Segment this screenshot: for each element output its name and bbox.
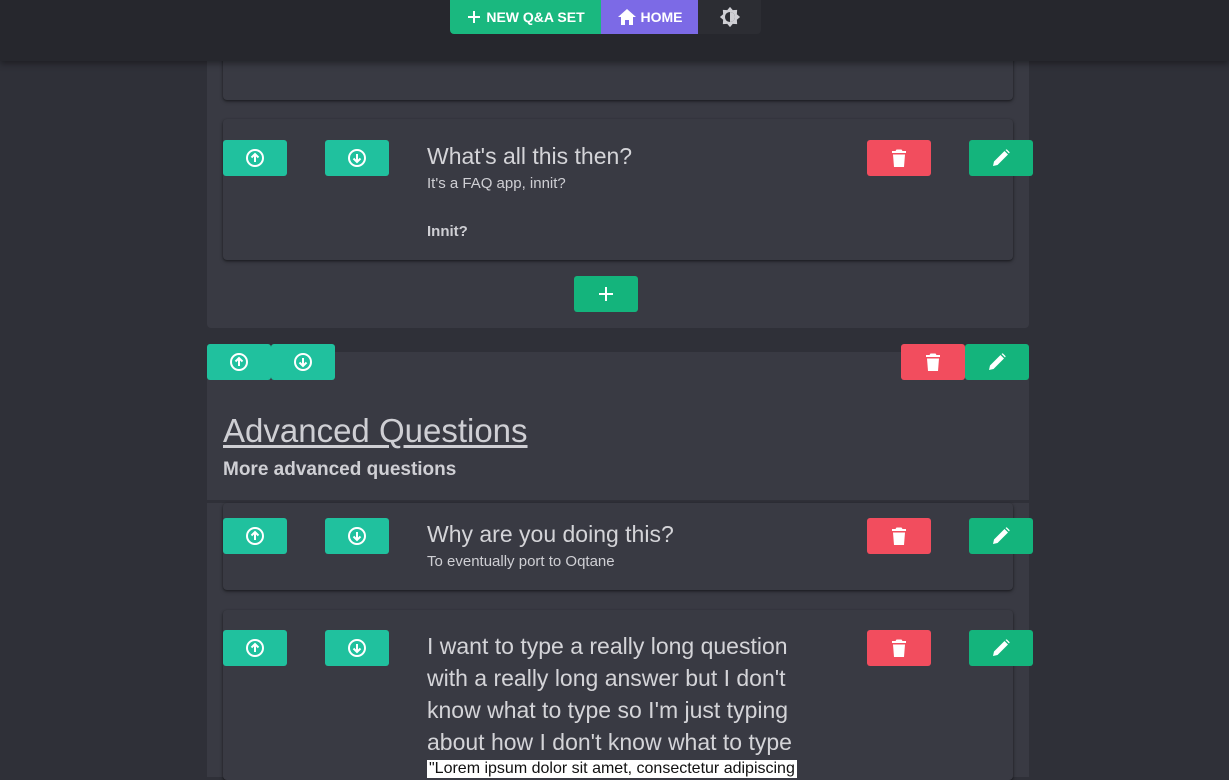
faq-question-line: know what to type so I'm just typing bbox=[427, 697, 789, 723]
home-button[interactable]: HOME bbox=[601, 0, 698, 34]
move-down-button[interactable] bbox=[325, 518, 389, 554]
arrow-up-circle-icon bbox=[246, 639, 264, 657]
top-bar: NEW Q&A SET HOME bbox=[0, 0, 1229, 61]
faq-answer-bold: Innit? bbox=[427, 223, 468, 240]
set-description: More advanced questions bbox=[223, 459, 457, 480]
set-title: Advanced Questions bbox=[223, 412, 528, 449]
delete-faq-button[interactable] bbox=[867, 140, 931, 176]
arrow-up-circle-icon bbox=[246, 527, 264, 545]
theme-toggle-button[interactable] bbox=[698, 0, 761, 34]
pencil-icon bbox=[989, 353, 1006, 370]
faq-question: What's all this then? bbox=[427, 143, 633, 169]
new-qa-set-button[interactable]: NEW Q&A SET bbox=[450, 0, 601, 34]
edit-faq-button[interactable] bbox=[969, 518, 1033, 554]
move-up-button[interactable] bbox=[223, 518, 287, 554]
faq-question-line: I want to type a really long question bbox=[427, 633, 788, 659]
faq-question-line: with a really long answer but I don't bbox=[427, 665, 786, 691]
faq-answer-highlighted: "Lorem ipsum dolor sit amet, consectetur… bbox=[427, 760, 797, 778]
delete-faq-button[interactable] bbox=[867, 630, 931, 666]
arrow-down-circle-icon bbox=[348, 149, 366, 167]
plus-icon bbox=[599, 287, 613, 301]
move-set-up-button[interactable] bbox=[207, 344, 271, 380]
delete-set-button[interactable] bbox=[901, 344, 965, 380]
delete-faq-button[interactable] bbox=[867, 518, 931, 554]
move-up-button[interactable] bbox=[223, 630, 287, 666]
home-label: HOME bbox=[640, 9, 683, 25]
move-set-down-button[interactable] bbox=[271, 344, 335, 380]
move-down-button[interactable] bbox=[325, 140, 389, 176]
plus-icon bbox=[468, 11, 481, 23]
edit-set-button[interactable] bbox=[965, 344, 1029, 380]
pencil-icon bbox=[993, 527, 1010, 544]
trash-icon bbox=[892, 149, 906, 167]
add-faq-button[interactable] bbox=[574, 276, 638, 312]
arrow-down-circle-icon bbox=[348, 527, 366, 545]
trash-icon bbox=[926, 353, 940, 371]
faq-answer: To eventually port to Oqtane bbox=[427, 553, 615, 570]
move-down-button[interactable] bbox=[325, 630, 389, 666]
edit-faq-button[interactable] bbox=[969, 140, 1033, 176]
trash-icon bbox=[892, 527, 906, 545]
brightness-icon bbox=[719, 6, 740, 28]
edit-faq-button[interactable] bbox=[969, 630, 1033, 666]
pencil-icon bbox=[993, 639, 1010, 656]
faq-question-line: about how I don't know what to type bbox=[427, 729, 792, 755]
home-icon bbox=[617, 9, 636, 25]
arrow-down-circle-icon bbox=[294, 353, 312, 371]
arrow-up-circle-icon bbox=[246, 149, 264, 167]
move-up-button[interactable] bbox=[223, 140, 287, 176]
arrow-down-circle-icon bbox=[348, 639, 366, 657]
arrow-up-circle-icon bbox=[230, 353, 248, 371]
trash-icon bbox=[892, 639, 906, 657]
pencil-icon bbox=[993, 149, 1010, 166]
faq-question: Why are you doing this? bbox=[427, 521, 674, 547]
faq-answer: It's a FAQ app, innit? bbox=[427, 175, 566, 192]
new-qa-set-label: NEW Q&A SET bbox=[486, 9, 585, 25]
